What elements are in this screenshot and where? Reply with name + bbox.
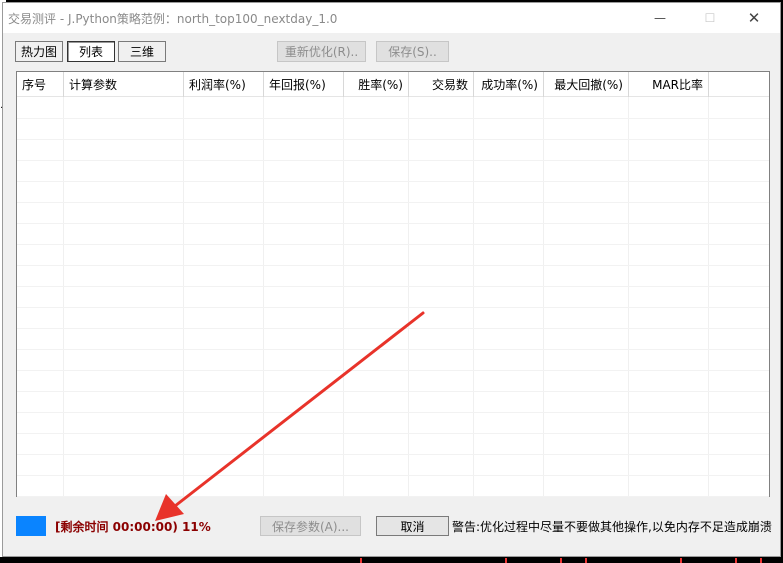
annotation-arrow [155,311,425,521]
